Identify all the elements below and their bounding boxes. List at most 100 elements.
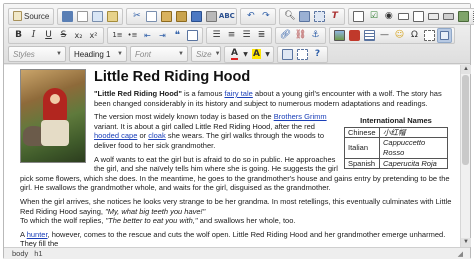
select-field-button[interactable]	[426, 9, 441, 24]
form-icon	[353, 10, 365, 22]
p4-text-b: To which the wolf replies,	[20, 216, 106, 226]
strike-button[interactable]: S	[56, 28, 71, 43]
resize-grip-icon[interactable]: ◢	[458, 250, 463, 258]
cut-button[interactable]: ✂	[129, 9, 144, 24]
align-right-icon: ☰	[242, 30, 251, 40]
about-button[interactable]: ?	[310, 47, 325, 62]
align-right-button[interactable]: ☰	[239, 28, 254, 43]
indent-button[interactable]: ⇥	[155, 28, 170, 43]
remove-format-button[interactable]: T	[327, 9, 342, 24]
quote-better-to-eat: "The better to eat you with,"	[105, 216, 198, 226]
numbered-list-button[interactable]: 1≡	[110, 28, 125, 43]
new-page-button[interactable]	[75, 9, 90, 24]
vertical-scrollbar[interactable]: ▲ ▼	[460, 65, 471, 247]
outdent-button[interactable]: ⇤	[140, 28, 155, 43]
copy-button[interactable]	[144, 9, 159, 24]
print-button[interactable]	[204, 9, 219, 24]
align-center-button[interactable]: ≡	[224, 28, 239, 43]
page-break-button[interactable]	[422, 28, 437, 43]
align-justify-button[interactable]: ≣	[254, 28, 269, 43]
text-color-button[interactable]: A	[227, 47, 242, 62]
blockquote-button[interactable]: ❝	[170, 28, 185, 43]
toolbar-row-3: Styles ▼ Heading 1 ▼ Font ▼ Size ▼ A ▼ A…	[8, 45, 331, 63]
indent-icon: ⇥	[159, 30, 166, 40]
subscript-button[interactable]: x₂	[71, 28, 86, 43]
new-page-icon	[77, 10, 89, 22]
form-button[interactable]	[351, 9, 366, 24]
spellcheck-button[interactable]: ABC	[219, 9, 235, 24]
radio-button[interactable]: ◉	[381, 9, 396, 24]
div-container-button[interactable]	[185, 28, 200, 43]
paste-text-button[interactable]	[174, 9, 189, 24]
preview-button[interactable]	[90, 9, 105, 24]
bg-color-button[interactable]: A	[249, 47, 264, 62]
name-cell: Cappuccetto Rosso	[379, 137, 448, 159]
fairy-tale-link[interactable]: fairy tale	[224, 89, 252, 98]
undo-button[interactable]: ↶	[243, 9, 258, 24]
bulleted-list-button[interactable]: •≡	[125, 28, 140, 43]
underline-button[interactable]: U	[41, 28, 56, 43]
flash-button[interactable]	[347, 28, 362, 43]
button-field-button[interactable]	[441, 9, 456, 24]
anchor-button[interactable]: ⚓	[308, 28, 323, 43]
p5-text-b: , however, comes to the rescue and cuts …	[20, 229, 446, 247]
div-container-icon	[187, 29, 198, 41]
maximize-icon	[282, 48, 293, 60]
image-button[interactable]	[332, 28, 347, 43]
align-left-button[interactable]: ☰	[209, 28, 224, 43]
paste-word-button[interactable]	[189, 9, 204, 24]
special-char-button[interactable]: Ω	[407, 28, 422, 43]
outdent-icon: ⇤	[144, 30, 151, 40]
save-button[interactable]	[60, 9, 75, 24]
show-blocks-button[interactable]	[295, 47, 310, 62]
font-combo[interactable]: Font ▼	[130, 46, 188, 62]
name-cell: Caperucita Roja	[379, 157, 448, 170]
templates-icon	[107, 10, 119, 22]
size-combo[interactable]: Size ▼	[191, 46, 221, 62]
scroll-thumb[interactable]	[462, 75, 469, 165]
replace-button[interactable]	[297, 9, 312, 24]
paste-icon	[161, 10, 173, 22]
table-row: Chinese 小红帽	[344, 126, 448, 139]
link-button[interactable]: 🔗︎	[278, 28, 293, 43]
path-item-h1[interactable]: h1	[34, 249, 42, 258]
textfield-button[interactable]	[396, 9, 411, 24]
scroll-up-icon[interactable]: ▲	[461, 65, 471, 74]
paste-button[interactable]	[159, 9, 174, 24]
basic-styles-group: B I U S x₂ x²	[8, 26, 104, 44]
text-color-icon: A	[231, 47, 238, 60]
unlink-button[interactable]: ⛓	[293, 28, 308, 43]
source-button[interactable]: Source	[11, 9, 51, 24]
table-button[interactable]	[362, 28, 377, 43]
checkbox-button[interactable]: ☑	[366, 9, 381, 24]
iframe-button[interactable]	[437, 27, 452, 43]
redo-button[interactable]: ↷	[258, 9, 273, 24]
cloak-link[interactable]: cloak	[148, 131, 166, 140]
source-group: Source	[8, 7, 55, 25]
scroll-down-icon[interactable]: ▼	[461, 238, 471, 247]
maximize-button[interactable]	[280, 47, 295, 62]
format-combo[interactable]: Heading 1 ▼	[69, 46, 127, 62]
horizontal-rule-button[interactable]: —	[377, 28, 392, 43]
hooded-cape-link[interactable]: hooded cape	[94, 131, 137, 140]
story-title-bold: "Little Red Riding Hood"	[94, 89, 182, 98]
path-item-body[interactable]: body	[12, 249, 28, 258]
styles-combo[interactable]: Styles ▼	[8, 46, 66, 62]
image-button-button[interactable]	[456, 9, 471, 24]
italic-button[interactable]: I	[26, 28, 41, 43]
bold-button[interactable]: B	[11, 28, 26, 43]
find-button[interactable]: 🔍︎	[282, 9, 297, 24]
superscript-button[interactable]: x²	[86, 28, 101, 43]
subscript-icon: x₂	[74, 30, 83, 40]
text-color-dropdown[interactable]: ▼	[242, 47, 249, 62]
paragraph-arrival: When the girl arrives, she notices he lo…	[20, 197, 452, 226]
templates-button[interactable]	[105, 9, 120, 24]
editor-content-area[interactable]: Little Red Riding Hood "Little Red Ridin…	[4, 65, 460, 247]
smiley-button[interactable]: ☺	[392, 28, 407, 43]
girl-dress-figure	[41, 120, 69, 146]
select-all-button[interactable]	[312, 9, 327, 24]
brothers-grimm-link[interactable]: Brothers Grimm	[274, 112, 327, 121]
hunter-link[interactable]: hunter	[27, 230, 48, 239]
textarea-button[interactable]	[411, 9, 426, 24]
bg-color-dropdown[interactable]: ▼	[264, 47, 271, 62]
